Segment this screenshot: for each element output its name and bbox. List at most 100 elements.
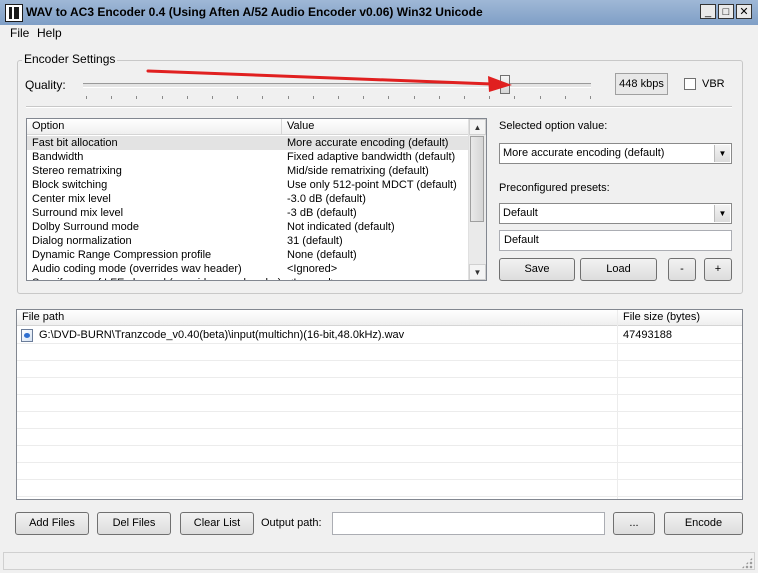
option-row[interactable]: Dolby Surround mode Not indicated (defaul…	[27, 220, 469, 234]
grid-line	[17, 343, 742, 344]
scroll-down-icon[interactable]: ▼	[469, 264, 486, 280]
minimize-button[interactable]: _	[700, 4, 716, 19]
option-row[interactable]: Specify use of LFE channel (overrides wa…	[27, 276, 469, 280]
slider-tick	[212, 96, 213, 99]
app-icon[interactable]	[5, 4, 23, 22]
option-name-cell: Audio coding mode (overrides wav header)	[32, 263, 242, 275]
file-list[interactable]: File path File size (bytes) G:\DVD-BURN\…	[16, 309, 743, 500]
option-name-cell: Fast bit allocation	[32, 137, 118, 149]
slider-tick	[312, 96, 314, 99]
column-header-value[interactable]: Value	[282, 119, 469, 135]
encoder-settings-label: Encoder Settings	[22, 52, 118, 66]
annotation-arrow	[146, 69, 512, 92]
option-name-cell: Block switching	[32, 179, 108, 191]
option-value-cell: Mid/side rematrixing (default)	[287, 165, 429, 177]
menu-file[interactable]: File	[10, 26, 29, 40]
option-row[interactable]: Dynamic Range Compression profile None (d…	[27, 248, 469, 262]
grid-line	[17, 360, 742, 361]
slider-tick	[136, 96, 138, 99]
del-files-button[interactable]: Del Files	[97, 512, 171, 535]
slider-tick	[237, 96, 239, 99]
option-value-cell: -3.0 dB (default)	[287, 193, 366, 205]
slider-tick	[388, 96, 390, 99]
option-value-cell: None (default)	[287, 249, 357, 261]
options-scrollbar[interactable]: ▲ ▼	[468, 119, 486, 280]
option-value-cell: <Ignored>	[287, 263, 338, 275]
presets-dropdown[interactable]: Default ▼	[499, 203, 732, 224]
slider-tick	[262, 96, 264, 99]
option-row[interactable]: Audio coding mode (overrides wav header)…	[27, 262, 469, 276]
option-value-cell: 31 (default)	[287, 235, 343, 247]
close-button[interactable]: ✕	[736, 4, 752, 19]
annotation-arrow-head	[488, 76, 512, 92]
slider-tick	[539, 96, 541, 99]
grid-line	[17, 445, 742, 446]
column-divider	[742, 310, 743, 499]
add-files-button[interactable]: Add Files	[15, 512, 89, 535]
output-path-input[interactable]	[332, 512, 605, 535]
option-value-cell: -3 dB (default)	[287, 207, 357, 219]
option-row[interactable]: Fast bit allocation More accurate encodin…	[27, 136, 469, 150]
slider-tick	[489, 96, 491, 99]
browse-button[interactable]: ...	[613, 512, 655, 535]
grid-line	[17, 377, 742, 378]
presets-label: Preconfigured presets:	[499, 182, 610, 194]
annotation-arrow-shaft	[146, 69, 494, 86]
menu-help[interactable]: Help	[37, 26, 62, 40]
selected-option-value: More accurate encoding (default)	[503, 147, 665, 159]
grid-line	[17, 496, 742, 497]
quality-value-display: 448 kbps	[615, 73, 668, 95]
selected-option-label: Selected option value:	[499, 120, 608, 132]
slider-tick	[161, 96, 163, 99]
option-name-cell: Dialog normalization	[32, 235, 132, 247]
option-row[interactable]: Block switching Use only 512-point MDCT (…	[27, 178, 469, 192]
clear-list-button[interactable]: Clear List	[180, 512, 254, 535]
options-list[interactable]: Option Value Fast bit allocation More acc…	[26, 118, 487, 281]
slider-tick	[111, 96, 113, 99]
separator	[26, 106, 732, 108]
slider-tick	[464, 96, 465, 99]
option-row[interactable]: Surround mix level -3 dB (default)	[27, 206, 469, 220]
grid-line	[17, 462, 742, 463]
option-name-cell: Specify use of LFE channel (overrides wa…	[32, 276, 281, 280]
option-row[interactable]: Dialog normalization 31 (default)	[27, 234, 469, 248]
option-name-cell: Center mix level	[32, 193, 111, 205]
option-row[interactable]: Stereo rematrixing Mid/side rematrixing (…	[27, 164, 469, 178]
save-button[interactable]: Save	[499, 258, 575, 281]
grid-line	[17, 411, 742, 412]
option-value-cell: More accurate encoding (default)	[287, 137, 449, 149]
vbr-checkbox[interactable]	[684, 78, 696, 90]
option-value-cell: <Ignored>	[287, 276, 337, 280]
column-header-option[interactable]: Option	[27, 119, 282, 135]
preset-name-input[interactable]: Default	[499, 230, 732, 251]
option-value-cell: Use only 512-point MDCT (default)	[287, 179, 457, 191]
grid-line	[17, 394, 742, 395]
table-row-size[interactable]: 47493188	[623, 328, 733, 342]
option-row[interactable]: Bandwidth Fixed adaptive bandwidth (defau…	[27, 150, 469, 164]
add-preset-button[interactable]: +	[704, 258, 732, 281]
selected-option-dropdown[interactable]: More accurate encoding (default) ▼	[499, 143, 732, 164]
quality-label: Quality:	[25, 78, 66, 92]
load-button[interactable]: Load	[580, 258, 657, 281]
slider-tick	[413, 96, 415, 99]
remove-preset-button[interactable]: -	[668, 258, 696, 281]
slider-tick	[514, 96, 516, 99]
chevron-down-icon[interactable]: ▼	[714, 205, 730, 222]
slider-tick	[338, 96, 339, 99]
encode-button[interactable]: Encode	[664, 512, 743, 535]
menu-bar: File Help	[0, 25, 758, 44]
maximize-button[interactable]: □	[718, 4, 734, 19]
scroll-up-icon[interactable]: ▲	[469, 119, 486, 135]
slider-tick	[363, 96, 365, 99]
column-header-file-size[interactable]: File size (bytes)	[618, 310, 742, 326]
vbr-label[interactable]: VBR	[702, 78, 725, 90]
preset-selected-value: Default	[503, 207, 538, 219]
wav-file-icon	[21, 329, 33, 342]
column-header-file-path[interactable]: File path	[17, 310, 618, 326]
scroll-thumb[interactable]	[470, 136, 484, 222]
slider-tick	[186, 96, 188, 99]
option-row[interactable]: Center mix level -3.0 dB (default)	[27, 192, 469, 206]
output-path-label: Output path:	[261, 517, 322, 529]
table-row[interactable]: G:\DVD-BURN\Tranzcode_v0.40(beta)\input(…	[39, 328, 609, 342]
chevron-down-icon[interactable]: ▼	[714, 145, 730, 162]
